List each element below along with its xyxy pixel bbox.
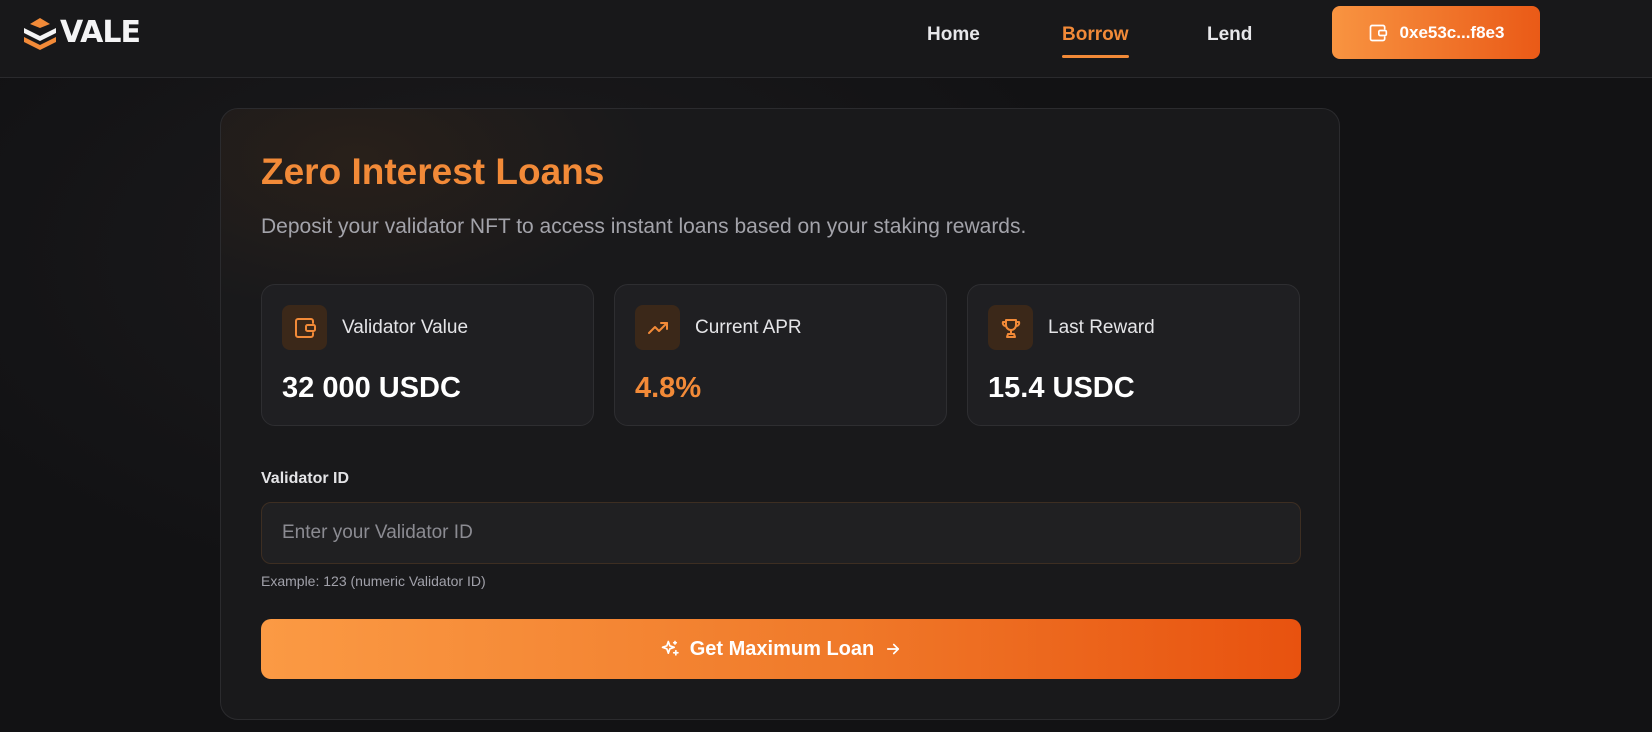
arrow-right-icon bbox=[887, 643, 900, 655]
get-maximum-loan-label: Get Maximum Loan bbox=[689, 637, 875, 660]
loan-card: Zero Interest Loans Deposit your validat… bbox=[220, 108, 1340, 720]
wallet-address: 0xe53c...f8e3 bbox=[1399, 22, 1505, 42]
stat-card-last-reward: Last Reward 15.4 USDC bbox=[967, 284, 1300, 426]
wallet-connect-button[interactable]: 0xe53c...f8e3 bbox=[1332, 6, 1540, 59]
stat-card-validator-value: Validator Value 32 000 USDC bbox=[261, 284, 594, 426]
trophy-icon bbox=[1001, 318, 1020, 338]
wallet-icon bbox=[1369, 24, 1387, 41]
page-subtitle: Deposit your validator NFT to access ins… bbox=[261, 215, 1027, 238]
stat-label: Current APR bbox=[695, 317, 802, 338]
active-tab-indicator bbox=[1062, 55, 1129, 58]
validator-id-label: Validator ID bbox=[261, 470, 350, 487]
top-navbar: VALE Home Borrow Lend 0xe53c...f8e3 bbox=[0, 0, 1652, 78]
stat-label: Validator Value bbox=[342, 317, 469, 338]
stat-icon-box bbox=[635, 305, 680, 350]
brand-name: VALE bbox=[60, 15, 141, 50]
stat-value: 15.4 USDC bbox=[988, 372, 1135, 404]
wallet-icon bbox=[294, 317, 316, 338]
validator-id-hint: Example: 123 (numeric Validator ID) bbox=[261, 573, 486, 589]
nav-link-lend[interactable]: Lend bbox=[1207, 22, 1252, 48]
nav-link-borrow[interactable]: Borrow bbox=[1062, 22, 1129, 58]
sparkles-icon bbox=[661, 640, 679, 656]
stat-icon-box bbox=[282, 305, 327, 350]
stat-card-current-apr: Current APR 4.8% bbox=[614, 284, 947, 426]
vale-logo-icon bbox=[24, 18, 56, 50]
page-title: Zero Interest Loans bbox=[261, 151, 605, 192]
stat-icon-box bbox=[988, 305, 1033, 350]
nav-link-borrow-label: Borrow bbox=[1062, 24, 1129, 45]
validator-id-field-wrapper bbox=[261, 502, 1301, 564]
get-maximum-loan-button[interactable]: Get Maximum Loan bbox=[261, 619, 1301, 679]
stat-label: Last Reward bbox=[1048, 317, 1155, 338]
stat-value: 4.8% bbox=[635, 372, 702, 404]
nav-link-home[interactable]: Home bbox=[927, 22, 980, 48]
trending-up-icon bbox=[647, 321, 668, 334]
stat-value: 32 000 USDC bbox=[282, 372, 461, 404]
brand-logo[interactable]: VALE bbox=[22, 15, 141, 50]
validator-id-input[interactable] bbox=[262, 503, 1300, 563]
